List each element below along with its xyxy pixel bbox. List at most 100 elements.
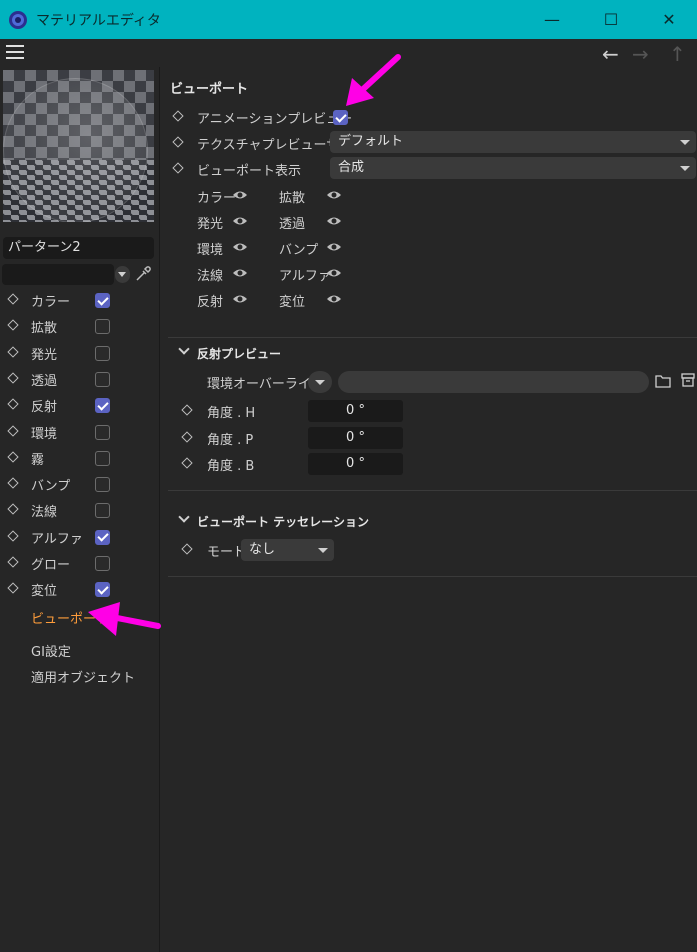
keyframe-diamond-icon[interactable] xyxy=(172,110,184,122)
channel-checkbox[interactable] xyxy=(95,529,110,545)
channel-row[interactable]: カラー xyxy=(0,287,160,313)
channel-label: 環境 xyxy=(31,426,58,442)
channel-row[interactable]: 環境 xyxy=(0,419,160,445)
channel-checkbox[interactable] xyxy=(95,398,110,414)
title-bar: マテリアルエディタ — ☐ ✕ xyxy=(0,0,697,39)
angle-field[interactable]: 0 ° xyxy=(308,426,403,449)
keyframe-diamond-icon[interactable] xyxy=(7,530,19,542)
angle-row: 角度 . H 0 ° xyxy=(160,398,697,424)
channel-row[interactable]: 反射 xyxy=(0,392,160,418)
keyframe-diamond-icon[interactable] xyxy=(172,136,184,148)
eye-icon[interactable] xyxy=(326,267,342,279)
reflection-section-title[interactable]: 反射プレビュー xyxy=(197,345,281,362)
keyframe-diamond-icon[interactable] xyxy=(7,424,19,437)
keyframe-diamond-icon[interactable] xyxy=(181,543,193,555)
keyframe-diamond-icon[interactable] xyxy=(7,398,19,410)
eyedropper-icon[interactable] xyxy=(134,265,152,283)
eye-icon[interactable] xyxy=(326,189,342,201)
chevron-down-icon[interactable] xyxy=(178,343,190,355)
channel-label: 反射 xyxy=(31,400,58,416)
visibility-label: アルファ xyxy=(279,269,331,284)
tex-size-dropdown[interactable]: デフォルト xyxy=(330,131,696,153)
channel-label: 透過 xyxy=(31,373,58,389)
keyframe-diamond-icon[interactable] xyxy=(7,582,19,594)
tex-size-row: テクスチャプレビューサイズ デフォルト xyxy=(160,130,697,156)
keyframe-diamond-icon[interactable] xyxy=(7,293,19,305)
material-name-field[interactable]: パーターン2 xyxy=(3,237,154,259)
channel-row[interactable]: グロー xyxy=(0,550,160,576)
keyframe-diamond-icon[interactable] xyxy=(181,430,193,443)
angle-row: 角度 . B 0 ° xyxy=(160,451,697,477)
keyframe-diamond-icon[interactable] xyxy=(172,162,184,174)
chevron-down-icon[interactable] xyxy=(178,511,190,523)
material-preview[interactable] xyxy=(3,70,154,222)
display-dropdown[interactable]: 合成 xyxy=(330,157,696,179)
channel-row[interactable]: バンプ xyxy=(0,471,160,497)
assigned-objects-item[interactable]: 適用オブジェクト xyxy=(31,667,135,686)
eye-icon[interactable] xyxy=(232,267,248,279)
channel-row[interactable]: 発光 xyxy=(0,340,160,366)
eye-icon[interactable] xyxy=(326,215,342,227)
channel-checkbox[interactable] xyxy=(95,450,110,466)
keyframe-diamond-icon[interactable] xyxy=(7,372,19,384)
channel-checkbox[interactable] xyxy=(95,345,110,361)
channel-checkbox[interactable] xyxy=(95,503,110,519)
channel-checkbox[interactable] xyxy=(95,371,110,387)
keyframe-diamond-icon[interactable] xyxy=(7,319,19,331)
divider xyxy=(168,490,697,491)
keyframe-diamond-icon[interactable] xyxy=(181,404,193,416)
env-override-dropdown[interactable] xyxy=(308,371,332,393)
channel-label: カラー xyxy=(31,295,71,310)
channel-row[interactable]: 拡散 xyxy=(0,313,160,339)
eye-icon[interactable] xyxy=(232,293,248,305)
channel-row[interactable]: 変位 xyxy=(0,576,160,602)
channel-label: 変位 xyxy=(31,584,58,600)
keyframe-diamond-icon[interactable] xyxy=(181,457,193,469)
channel-checkbox[interactable] xyxy=(95,477,110,493)
menu-icon[interactable] xyxy=(6,45,24,59)
channel-row[interactable]: 透過 xyxy=(0,366,160,392)
preset-dropdown-button[interactable] xyxy=(115,266,130,283)
visibility-label: 反射 xyxy=(197,295,224,310)
visibility-label: 法線 xyxy=(197,269,224,284)
channel-checkbox[interactable] xyxy=(95,319,110,335)
back-arrow-icon[interactable]: ← xyxy=(602,42,619,66)
up-arrow-icon[interactable]: ↑ xyxy=(669,42,686,66)
eye-icon[interactable] xyxy=(326,241,342,253)
keyframe-diamond-icon[interactable] xyxy=(7,556,19,568)
keyframe-diamond-icon[interactable] xyxy=(7,503,19,516)
env-override-label: 環境オーバーライド xyxy=(207,377,324,392)
annotation-arrow-icon xyxy=(88,602,161,636)
gi-settings-item[interactable]: GI設定 xyxy=(31,641,71,660)
preset-row xyxy=(0,264,160,286)
channel-panel: パーターン2 カラー 拡散 発光 透過 反射 環境霧バンプ 法線 アルファ グロー 変位 ビューポ… xyxy=(0,67,160,952)
mode-dropdown[interactable]: なし xyxy=(241,539,334,561)
tessellation-section-title[interactable]: ビューポート テッセレーション xyxy=(197,513,369,530)
visibility-label: 変位 xyxy=(279,295,306,310)
forward-arrow-icon[interactable]: → xyxy=(632,42,649,66)
channel-checkbox[interactable] xyxy=(95,556,110,571)
anim-preview-checkbox[interactable] xyxy=(333,110,348,125)
eye-icon[interactable] xyxy=(326,293,342,305)
channel-checkbox[interactable] xyxy=(95,424,110,440)
close-button[interactable]: ✕ xyxy=(640,0,697,39)
keyframe-diamond-icon[interactable] xyxy=(7,477,19,489)
channel-checkbox[interactable] xyxy=(95,293,110,308)
env-override-input[interactable] xyxy=(338,371,649,393)
keyframe-diamond-icon[interactable] xyxy=(7,451,19,463)
eye-icon[interactable] xyxy=(232,241,248,253)
keyframe-diamond-icon[interactable] xyxy=(7,345,19,358)
angle-field[interactable]: 0 ° xyxy=(308,453,403,475)
minimize-button[interactable]: — xyxy=(523,0,581,39)
channel-row[interactable]: 霧 xyxy=(0,445,160,471)
eye-icon[interactable] xyxy=(232,215,248,227)
eye-icon[interactable] xyxy=(232,189,248,201)
channel-row[interactable]: 法線 xyxy=(0,497,160,523)
archive-icon[interactable] xyxy=(681,373,695,387)
angle-field[interactable]: 0 ° xyxy=(308,400,403,422)
preset-input[interactable] xyxy=(2,264,114,285)
channel-row[interactable]: アルファ xyxy=(0,524,160,550)
channel-checkbox[interactable] xyxy=(95,582,110,598)
maximize-button[interactable]: ☐ xyxy=(582,0,640,39)
folder-icon[interactable] xyxy=(655,374,671,388)
